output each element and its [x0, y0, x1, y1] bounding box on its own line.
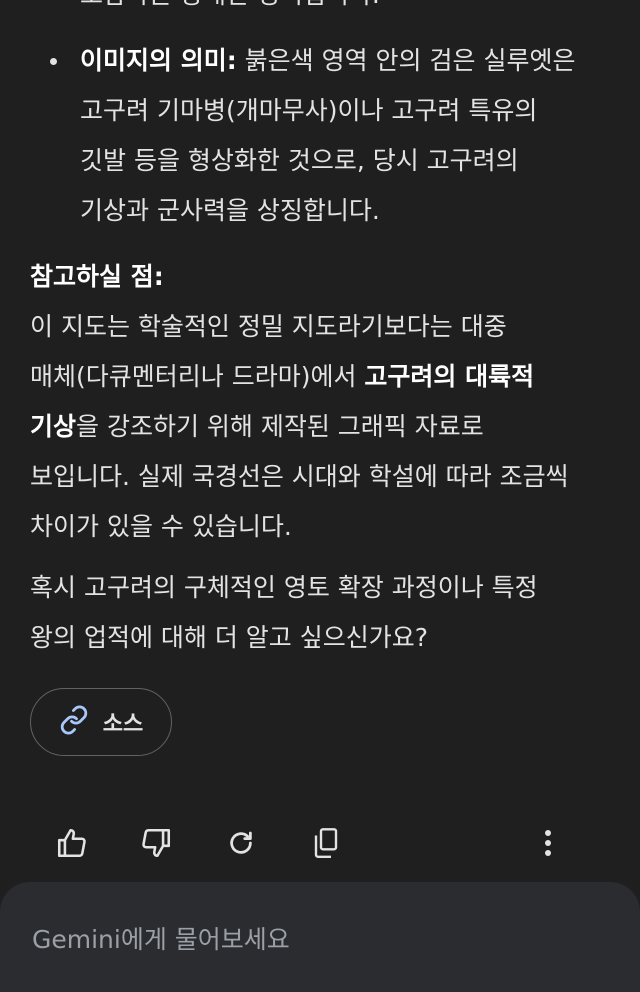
note-line-3-text: 을 강조하기 위해 제작된 그래픽 자료로	[76, 412, 484, 441]
bullet-line-1-text: 붉은색 영역 안의 검은 실루엣은	[244, 46, 576, 75]
question-line-2: 왕의 업적에 대해 더 알고 싶으신가요?	[30, 623, 429, 652]
thumbs-up-icon	[55, 826, 89, 864]
note-heading: 참고하실 점:	[30, 262, 164, 291]
regenerate-button[interactable]	[220, 824, 262, 866]
bullet-line-4: 기상과 군사력을 상징합니다.	[80, 196, 380, 225]
bullet-text: 이미지의 의미: 붉은색 영역 안의 검은 실루엣은 고구려 기마병(개마무사)…	[80, 36, 620, 236]
more-options-button[interactable]	[527, 824, 569, 866]
thumbs-up-button[interactable]	[51, 824, 93, 866]
note-line-1: 이 지도는 학술적인 정밀 지도라기보다는 대중	[30, 312, 507, 341]
note-line-4: 보입니다. 실제 국경선은 시대와 학설에 따라 조금씩	[30, 462, 569, 491]
refresh-icon	[226, 828, 256, 862]
follow-up-question: 혹시 고구려의 구체적인 영토 확장 과정이나 특정 왕의 업적에 대해 더 알…	[30, 563, 620, 663]
thumbs-down-button[interactable]	[135, 824, 177, 866]
question-line-1: 혹시 고구려의 구체적인 영토 확장 과정이나 특정	[30, 573, 538, 602]
bullet-label: 이미지의 의미:	[80, 46, 237, 75]
copy-button[interactable]	[305, 824, 347, 866]
response-actions	[0, 824, 640, 866]
bullet-line-3: 깃발 등을 형상화한 것으로, 당시 고구려의	[80, 146, 519, 175]
note-line-2-text: 매체(다큐멘터리나 드라마)에서	[30, 362, 365, 391]
more-vertical-icon	[542, 828, 554, 862]
link-icon	[59, 705, 89, 739]
bullet-line-1: 이미지의 의미: 붉은색 영역 안의 검은 실루엣은	[80, 36, 620, 86]
note-line-2-bold: 고구려의 대륙적	[364, 362, 535, 391]
sources-label: 소스	[102, 712, 144, 737]
note-section: 참고하실 점: 이 지도는 학술적인 정밀 지도라기보다는 대중 매체(다큐멘터…	[30, 252, 620, 552]
note-line-2: 매체(다큐멘터리나 드라마)에서 고구려의 대륙적	[30, 352, 620, 402]
prompt-input-placeholder[interactable]: Gemini에게 물어보세요	[32, 920, 290, 956]
response-partial-line: 포함하는 광대한 영역입니다.	[80, 0, 380, 10]
sources-button[interactable]: 소스	[30, 688, 172, 756]
note-line-5: 차이가 있을 수 있습니다.	[30, 512, 292, 541]
copy-icon	[311, 826, 341, 864]
note-line-3-bold: 기상	[30, 412, 77, 441]
bullet-line-2: 고구려 기마병(개마무사)이나 고구려 특유의	[80, 96, 538, 125]
note-line-3: 기상을 강조하기 위해 제작된 그래픽 자료로	[30, 402, 620, 452]
thumbs-down-icon	[139, 826, 173, 864]
bullet-dot	[50, 58, 57, 65]
